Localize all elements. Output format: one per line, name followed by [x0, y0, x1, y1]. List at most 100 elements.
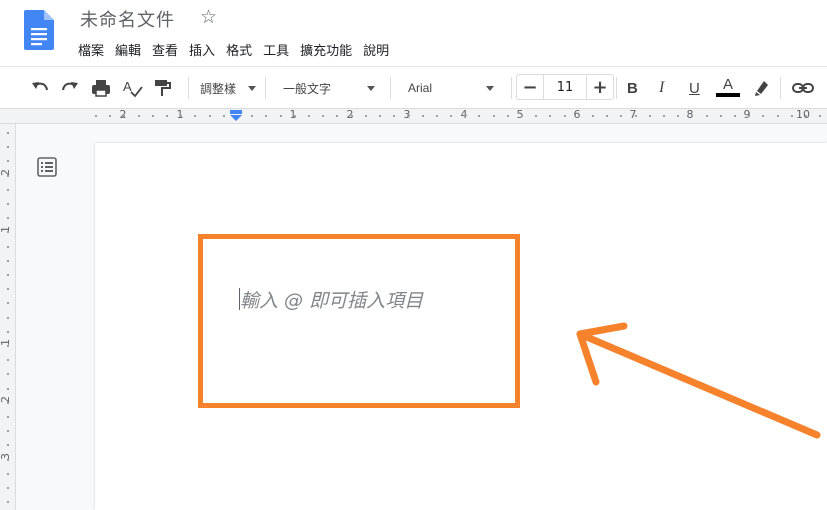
- paragraph-style-label: 一般文字: [283, 81, 332, 96]
- menu-edit[interactable]: 編輯: [115, 39, 141, 60]
- vruler-tick: [7, 387, 9, 390]
- ruler-tick: [719, 115, 722, 117]
- vruler-tick: [7, 430, 9, 433]
- paint-format-icon[interactable]: [152, 77, 172, 99]
- vruler-label: 3: [0, 453, 12, 460]
- ruler-tick: [648, 115, 651, 117]
- bold-button[interactable]: B: [627, 77, 638, 99]
- menu-file[interactable]: 檔案: [78, 39, 104, 60]
- font-size-decrease-button[interactable]: −: [517, 75, 543, 99]
- vruler-tick: [7, 174, 9, 177]
- document-title[interactable]: 未命名文件: [80, 6, 175, 32]
- vruler-tick: [7, 203, 9, 205]
- chevron-down-icon: [248, 85, 257, 91]
- vruler-tick: [7, 146, 9, 149]
- toolbar-divider: [511, 77, 512, 99]
- print-icon[interactable]: [91, 77, 111, 99]
- vruler-tick: [7, 316, 9, 319]
- ruler-tick: [123, 115, 126, 117]
- vruler-tick: [7, 160, 9, 163]
- ruler-tick: [137, 115, 140, 117]
- ruler-tick: [506, 115, 509, 117]
- ruler-tick: [364, 115, 367, 117]
- ruler-tick: [293, 115, 296, 117]
- font-size-stepper: − 11 +: [516, 74, 614, 100]
- ruler-tick: [663, 115, 665, 117]
- vertical-ruler[interactable]: 2 1 1 2 3: [0, 124, 16, 510]
- horizontal-ruler[interactable]: 2 1 1 2 3 4 5 6 7 8 9 10: [0, 108, 827, 124]
- ruler-tick: [592, 115, 594, 117]
- ruler-tick: [577, 115, 580, 117]
- underline-button[interactable]: U: [689, 77, 700, 99]
- ruler-tick: [677, 115, 680, 117]
- ruler-tick: [634, 115, 637, 117]
- svg-text:A: A: [123, 79, 132, 94]
- vruler-tick: [7, 245, 9, 248]
- ruler-tick: [563, 115, 566, 117]
- vruler-tick: [7, 231, 9, 234]
- ruler-tick: [790, 115, 793, 117]
- vruler-tick: [7, 302, 9, 305]
- ruler-tick: [606, 115, 609, 117]
- zoom-dropdown[interactable]: 調整樣: [200, 77, 257, 99]
- undo-icon[interactable]: [30, 77, 50, 99]
- ruler-tick: [535, 115, 538, 117]
- ruler-tick: [95, 115, 97, 117]
- font-label: Arial: [408, 81, 433, 95]
- menu-format[interactable]: 格式: [226, 39, 252, 60]
- vruler-label: 2: [0, 169, 12, 176]
- menu-view[interactable]: 查看: [152, 39, 178, 60]
- toolbar-divider: [265, 77, 266, 99]
- font-size-increase-button[interactable]: +: [587, 75, 613, 99]
- ruler-tick: [208, 115, 211, 117]
- outline-icon[interactable]: [37, 157, 57, 177]
- menubar: 檔案 編輯 查看 插入 格式 工具 擴充功能 說明: [78, 39, 389, 60]
- ruler-tick: [819, 115, 822, 117]
- ruler-tick: [549, 115, 552, 117]
- vruler-label: 2: [0, 396, 12, 403]
- vruler-tick: [7, 458, 9, 461]
- ruler-tick: [691, 115, 694, 117]
- vruler-tick: [7, 487, 9, 489]
- toolbar: A 調整樣 一般文字 Arial B I U A: [0, 66, 827, 108]
- text-color-label: A: [722, 76, 733, 93]
- vruler-tick: [7, 217, 9, 220]
- ruler-tick: [776, 115, 779, 117]
- vruler-tick: [7, 274, 9, 276]
- redo-icon[interactable]: [60, 77, 80, 99]
- zoom-label: 調整樣: [200, 81, 237, 96]
- vruler-tick: [7, 501, 9, 504]
- menu-extensions[interactable]: 擴充功能: [300, 39, 352, 60]
- vruler-tick: [7, 188, 9, 191]
- header: 未命名文件 ☆ 檔案 編輯 查看 插入 格式 工具 擴充功能 說明: [0, 0, 827, 66]
- menu-insert[interactable]: 插入: [189, 39, 215, 60]
- ruler-tick: [251, 115, 254, 117]
- vruler-tick: [7, 259, 9, 262]
- link-icon[interactable]: [792, 77, 814, 99]
- star-icon[interactable]: ☆: [200, 6, 217, 28]
- ruler-tick: [336, 115, 339, 117]
- vruler-tick: [7, 472, 9, 475]
- indent-marker-icon[interactable]: [229, 110, 243, 122]
- vruler-tick: [7, 288, 9, 291]
- text-color-button[interactable]: A: [716, 77, 740, 99]
- menu-help[interactable]: 說明: [363, 39, 389, 60]
- paragraph-style-dropdown[interactable]: 一般文字: [283, 77, 376, 99]
- annotation-arrow-icon: [576, 322, 821, 439]
- font-dropdown[interactable]: Arial: [408, 77, 495, 99]
- ruler-tick: [265, 115, 268, 117]
- highlight-icon[interactable]: [751, 77, 771, 99]
- ruler-tick: [166, 115, 168, 117]
- menu-tools[interactable]: 工具: [263, 39, 289, 60]
- font-size-input[interactable]: 11: [543, 75, 587, 99]
- ruler-tick: [805, 115, 807, 117]
- docs-logo-icon[interactable]: [24, 10, 54, 50]
- vruler-tick: [7, 345, 9, 347]
- ruler-tick: [379, 115, 381, 117]
- vruler-tick: [7, 132, 9, 134]
- ruler-tick: [620, 115, 623, 117]
- ruler-tick: [421, 115, 424, 117]
- spellcheck-icon[interactable]: A: [122, 77, 144, 99]
- vruler-tick: [7, 359, 9, 362]
- italic-button[interactable]: I: [659, 77, 664, 99]
